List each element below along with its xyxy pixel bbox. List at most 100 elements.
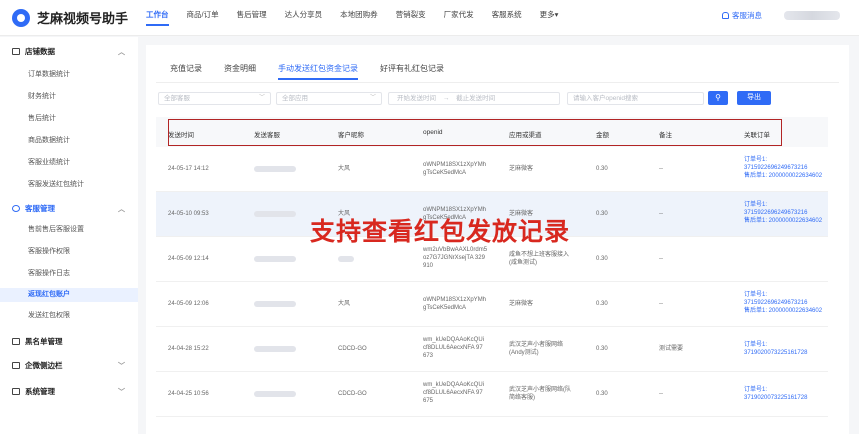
topnav-marketing[interactable]: 营销裂变 [396,0,426,36]
openid-search-input[interactable]: 请输入客户openid搜索 [567,92,704,105]
monitor-icon [12,387,20,395]
app-name: 芝麻视频号助手 [37,11,129,26]
search-button[interactable]: ⚲ [708,91,728,105]
menu-icon [12,361,20,369]
date-range-picker[interactable]: 开始发送时间 → 截止发送时间 [388,92,560,105]
top-bar: 芝麻视频号助手 工作台 商品/订单 售后管理 达人分享员 本地团购券 营销裂变 … [0,0,859,36]
table-row[interactable]: 24-05-09 12:06 大风 oWNPM18SX1zXpYMh gTsCe… [156,282,828,327]
end-date-placeholder: 截止发送时间 [456,95,496,102]
sidebar-item-agent-settings[interactable]: 售前售后客服设置 [0,223,138,237]
tab-divider [156,82,839,83]
sidebar-item-agent-performance[interactable]: 客服业绩统计 [0,156,138,170]
customer-nickname-blurred [338,256,354,262]
sidebar-item-agent-permissions[interactable]: 客服操作权限 [0,245,138,259]
order-line[interactable]: 3715922696249673216 [744,209,807,217]
order-line[interactable]: 订单号1: [744,201,767,209]
channel: 咸鱼不想上班客服接入 [509,252,570,258]
chevron-down-icon: ﹀ [258,95,265,101]
sidebar-item-product-stats[interactable]: 商品数据统计 [0,134,138,148]
openid-line: oz7G7JGNrXsejTA 329 [423,255,485,261]
channel: 芝麻微客 [509,166,534,172]
openid-line: 673 [423,353,434,359]
order-line[interactable]: 3719020073225161728 [744,394,807,402]
send-time: 24-05-10 09:53 [168,211,209,217]
table-row[interactable]: 24-04-25 10:56 CDCD-GO wm_kUeDQAAoKcQUi … [156,372,828,417]
sidebar-group-wecom-sidebar[interactable]: 企微侧边栏 ﹀ [0,357,138,373]
topnav-after-sales[interactable]: 售后管理 [237,0,267,36]
openid-line: wm_kUeDQAAoKcQUi [423,337,485,343]
app-select[interactable]: 全部应用 ﹀ [276,92,382,105]
sidebar-group-system[interactable]: 系统管理 ﹀ [0,383,138,399]
note: -- [659,256,663,262]
highlight-annotation-box [168,119,782,146]
tab-fund-details[interactable]: 资金明细 [224,63,256,81]
amount: 0.30 [596,256,608,262]
bell-icon [722,12,729,19]
order-line[interactable]: 3719020073225161728 [744,349,807,357]
channel: 芝麻微客 [509,301,534,307]
note: -- [659,391,663,397]
amount: 0.30 [596,301,608,307]
topnav-influencers[interactable]: 达人分享员 [285,0,323,36]
openid-line: oWNPM18SX1zXpYMh [423,162,487,168]
sidebar-item-order-stats[interactable]: 订单数据统计 [0,68,138,82]
sidebar-item-agent-redpacket-stats[interactable]: 客服发送红包统计 [0,178,138,192]
sidebar-item-finance-stats[interactable]: 财务统计 [0,90,138,104]
table-row[interactable]: 24-05-17 14:12 大风 oWNPM18SX1zXpYMh gTsCe… [156,147,828,192]
topnav-service-system[interactable]: 客服系统 [492,0,522,36]
order-line[interactable]: 3715922696249673216 [744,164,807,172]
overlay-caption: 支持查看红包发放记录 [310,217,571,246]
chevron-up-icon: ︿ [118,49,125,56]
send-time: 24-05-09 12:06 [168,301,209,307]
sidebar-group-store-data[interactable]: 店铺数据 ︿ [0,43,138,59]
openid-line: cf8DLUL6AecxNFA 97 [423,390,483,396]
sidebar-group-blacklist[interactable]: 黑名单管理 [0,333,138,349]
table-row[interactable]: 24-04-28 15:22 CDCD-GO wm_kUeDQAAoKcQUi … [156,327,828,372]
order-line[interactable]: 订单号1: [744,386,767,394]
tab-review-redpacket-records[interactable]: 好评有礼红包记录 [380,63,444,81]
order-line[interactable]: 售后单1: 2000000022634602 [744,217,822,225]
export-button[interactable]: 导出 [737,91,771,105]
order-line[interactable]: 售后单1: 2000000022634602 [744,172,822,180]
send-time: 24-04-28 15:22 [168,346,209,352]
chevron-down-icon: ﹀ [369,95,376,101]
topnav-group-coupons[interactable]: 本地团购券 [340,0,378,36]
topnav-more[interactable]: 更多▾ [540,0,559,36]
openid-search-placeholder: 请输入客户openid搜索 [573,95,639,102]
topnav-dropship[interactable]: 厂家代发 [444,0,474,36]
openid-line: 910 [423,263,434,269]
sidebar-group-service-management[interactable]: 客服管理 ︿ [0,200,138,216]
sidebar-item-after-sales-stats[interactable]: 售后统计 [0,112,138,126]
sidebar-group-label: 黑名单管理 [25,336,63,346]
user-block-icon [12,337,20,345]
agent-select[interactable]: 全部客服 ﹀ [158,92,271,105]
sidebar-group-label: 系统管理 [25,386,55,396]
channel: 简络客服) [509,395,535,401]
order-line[interactable]: 订单号1: [744,291,767,299]
user-account-blurred[interactable] [784,11,840,20]
topnav-products-orders[interactable]: 商品/订单 [187,0,219,36]
order-line[interactable]: 售后单1: 2000000022634602 [744,307,822,315]
order-line[interactable]: 订单号1: [744,341,767,349]
openid-line: gTsCeK5edMcA [423,170,467,176]
sidebar-item-cashback-account[interactable]: 返现红包账户 [0,288,138,302]
openid-line: 675 [423,398,434,404]
sidebar-item-agent-logs[interactable]: 客服操作日志 [0,267,138,281]
tab-manual-redpacket-records[interactable]: 手动发送红包资金记录 [278,63,358,81]
channel: (咸鱼测试) [509,260,537,266]
order-line[interactable]: 3715922696249673216 [744,299,807,307]
app-logo[interactable]: 芝麻视频号助手 [12,8,128,27]
app-select-value: 全部应用 [282,95,308,102]
messages-link[interactable]: 客服消息 [722,10,762,21]
tab-recharge-records[interactable]: 充值记录 [170,63,202,81]
order-line[interactable]: 订单号1: [744,156,767,164]
sidebar-group-label: 客服管理 [25,203,55,213]
messages-label: 客服消息 [732,11,762,20]
sidebar-item-redpacket-permissions[interactable]: 发送红包权限 [0,309,138,323]
topnav-workbench[interactable]: 工作台 [146,0,169,36]
range-separator: → [442,95,450,102]
note: -- [659,211,663,217]
openid-line: oWNPM18SX1zXpYMh [423,297,487,303]
customer-nickname: 大风 [338,301,351,307]
agent-name-blurred [254,256,296,262]
